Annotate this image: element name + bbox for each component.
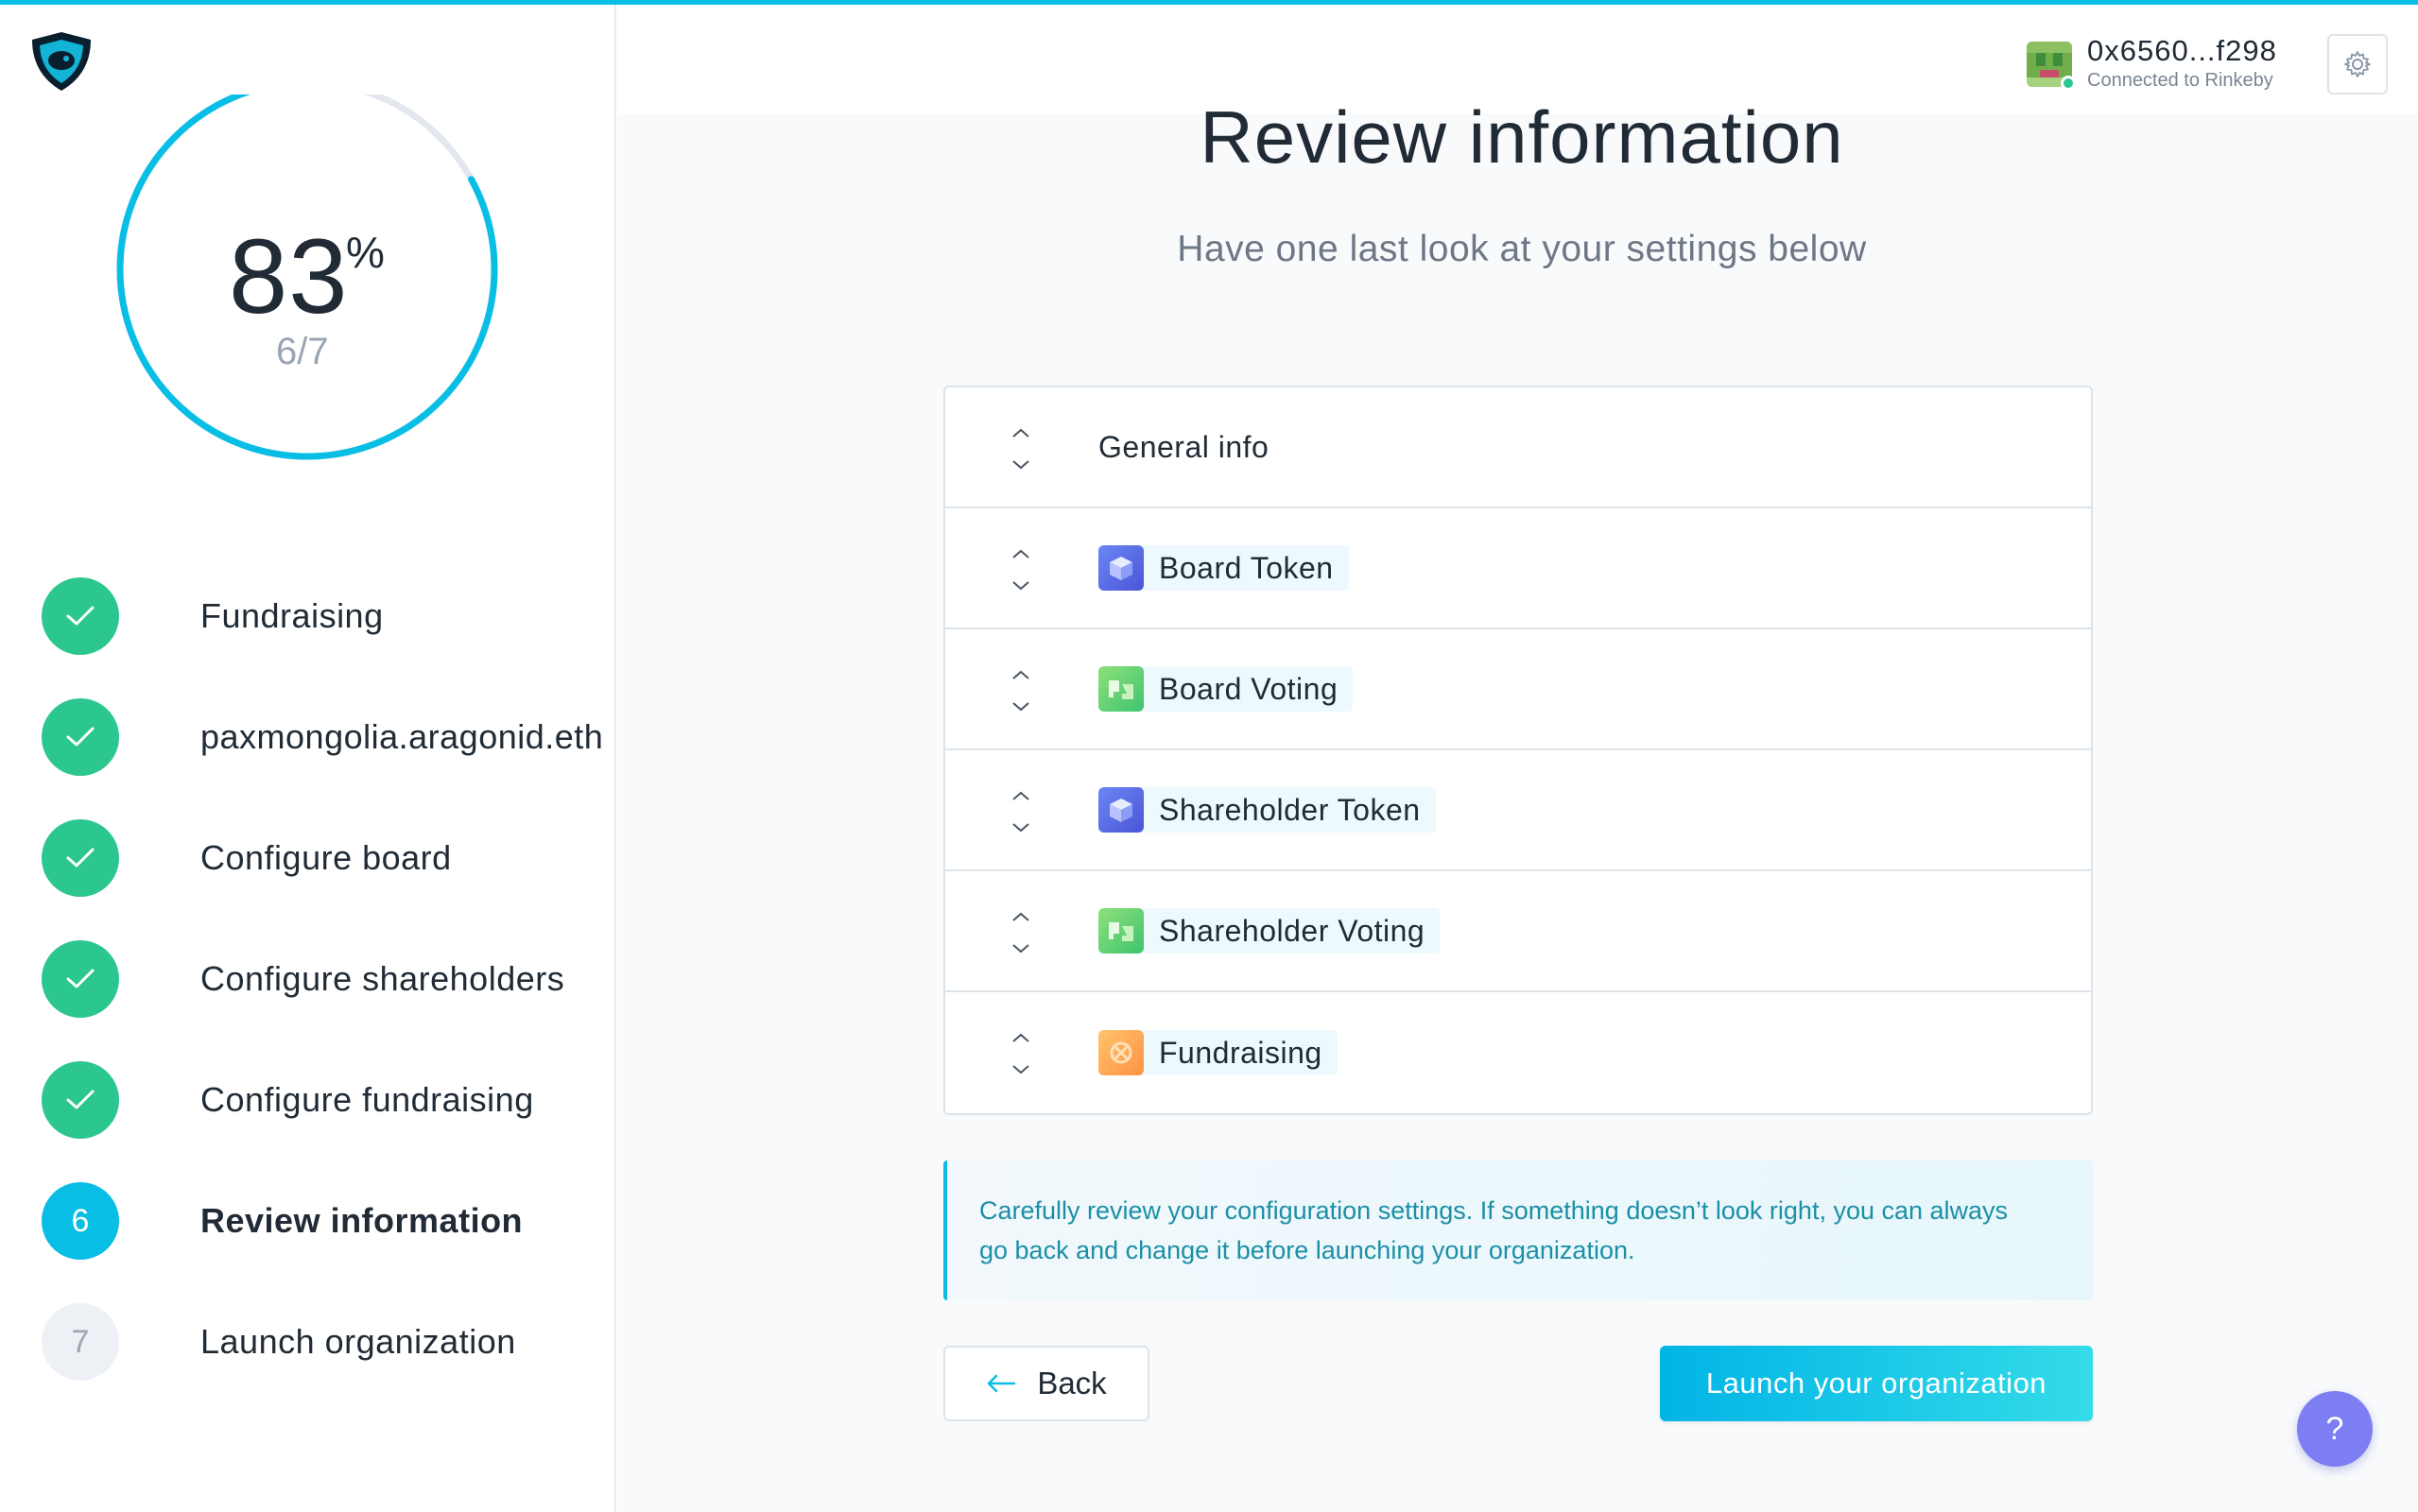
info-text-line: go back and change it before launching y… — [979, 1236, 1635, 1264]
step-domain[interactable]: paxmongolia.aragonid.eth — [42, 697, 609, 777]
review-list: General info Board Token Board Voting Sh… — [943, 386, 2093, 1115]
check-icon — [42, 577, 119, 655]
app-name: Fundraising — [1159, 1035, 1322, 1070]
aragon-logo-icon[interactable] — [28, 30, 95, 93]
expand-toggle-icon[interactable] — [1010, 425, 1032, 472]
settings-button[interactable] — [2327, 34, 2388, 94]
expand-toggle-icon[interactable] — [1010, 1030, 1032, 1077]
app-name: Shareholder Token — [1159, 792, 1421, 827]
launch-button-label: Launch your organization — [1705, 1366, 2047, 1400]
connection-status-icon — [2061, 76, 2076, 91]
account-address[interactable]: 0x6560...f298 — [2087, 34, 2277, 68]
token-icon — [1098, 787, 1144, 833]
info-text-line: Carefully review your configuration sett… — [979, 1196, 2009, 1225]
step-fundraising[interactable]: Fundraising — [42, 576, 609, 656]
token-icon — [1098, 545, 1144, 591]
arrow-left-icon — [988, 1374, 1016, 1393]
review-row-board-voting[interactable]: Board Voting — [945, 629, 2091, 750]
step-label: Configure shareholders — [200, 959, 565, 998]
progress-percent-sign: % — [346, 228, 385, 277]
step-label: Fundraising — [200, 596, 384, 635]
launch-organization-button[interactable]: Launch your organization — [1660, 1346, 2093, 1421]
step-number: 6 — [42, 1182, 119, 1260]
review-row-board-token[interactable]: Board Token — [945, 508, 2091, 629]
back-button[interactable]: Back — [943, 1346, 1149, 1421]
review-row-shareholder-voting[interactable]: Shareholder Voting — [945, 871, 2091, 992]
app-badge: Fundraising — [1098, 1030, 1338, 1075]
gear-icon — [2344, 51, 2371, 77]
expand-toggle-icon[interactable] — [1010, 909, 1032, 956]
app-name: Board Token — [1159, 550, 1334, 585]
app-badge: Board Token — [1098, 545, 1349, 591]
step-label: Launch organization — [200, 1322, 516, 1361]
voting-icon — [1098, 666, 1144, 712]
expand-toggle-icon[interactable] — [1010, 788, 1032, 835]
app-badge: Board Voting — [1098, 666, 1354, 712]
review-row-shareholder-token[interactable]: Shareholder Token — [945, 750, 2091, 871]
voting-icon — [1098, 908, 1144, 954]
help-button[interactable]: ? — [2297, 1391, 2373, 1467]
step-number: 7 — [42, 1303, 119, 1381]
info-callout: Carefully review your configuration sett… — [943, 1160, 2093, 1300]
progress-percent: 83 — [229, 217, 349, 335]
page-subtitle: Have one last look at your settings belo… — [1177, 229, 1867, 269]
expand-toggle-icon[interactable] — [1010, 667, 1032, 714]
step-configure-shareholders[interactable]: Configure shareholders — [42, 939, 609, 1019]
fundraising-icon — [1098, 1030, 1144, 1075]
network-status: Connected to Rinkeby — [2087, 70, 2273, 91]
check-icon — [42, 940, 119, 1018]
back-button-label: Back — [1037, 1366, 1107, 1400]
step-label: paxmongolia.aragonid.eth — [200, 717, 604, 756]
check-icon — [42, 1061, 119, 1139]
review-row-fundraising[interactable]: Fundraising — [945, 992, 2091, 1113]
app-badge: Shareholder Token — [1098, 787, 1436, 833]
app-name: Shareholder Voting — [1159, 913, 1425, 948]
step-label: Configure fundraising — [200, 1080, 534, 1119]
step-label: Configure board — [200, 838, 452, 877]
step-label: Review information — [200, 1201, 524, 1240]
page-title: Review information — [1200, 95, 1844, 179]
check-icon — [42, 698, 119, 776]
step-launch-organization[interactable]: 7 Launch organization — [42, 1302, 609, 1382]
expand-toggle-icon[interactable] — [1010, 546, 1032, 593]
review-row-general-info[interactable]: General info — [945, 387, 2091, 508]
step-configure-board[interactable]: Configure board — [42, 818, 609, 898]
check-icon — [42, 819, 119, 897]
progress-steps: 6/7 — [276, 331, 329, 372]
row-label: General info — [1098, 429, 1269, 464]
step-review-information[interactable]: 6 Review information — [42, 1181, 609, 1261]
step-configure-fundraising[interactable]: Configure fundraising — [42, 1060, 609, 1140]
app-name: Board Voting — [1159, 671, 1339, 706]
app-badge: Shareholder Voting — [1098, 908, 1441, 954]
